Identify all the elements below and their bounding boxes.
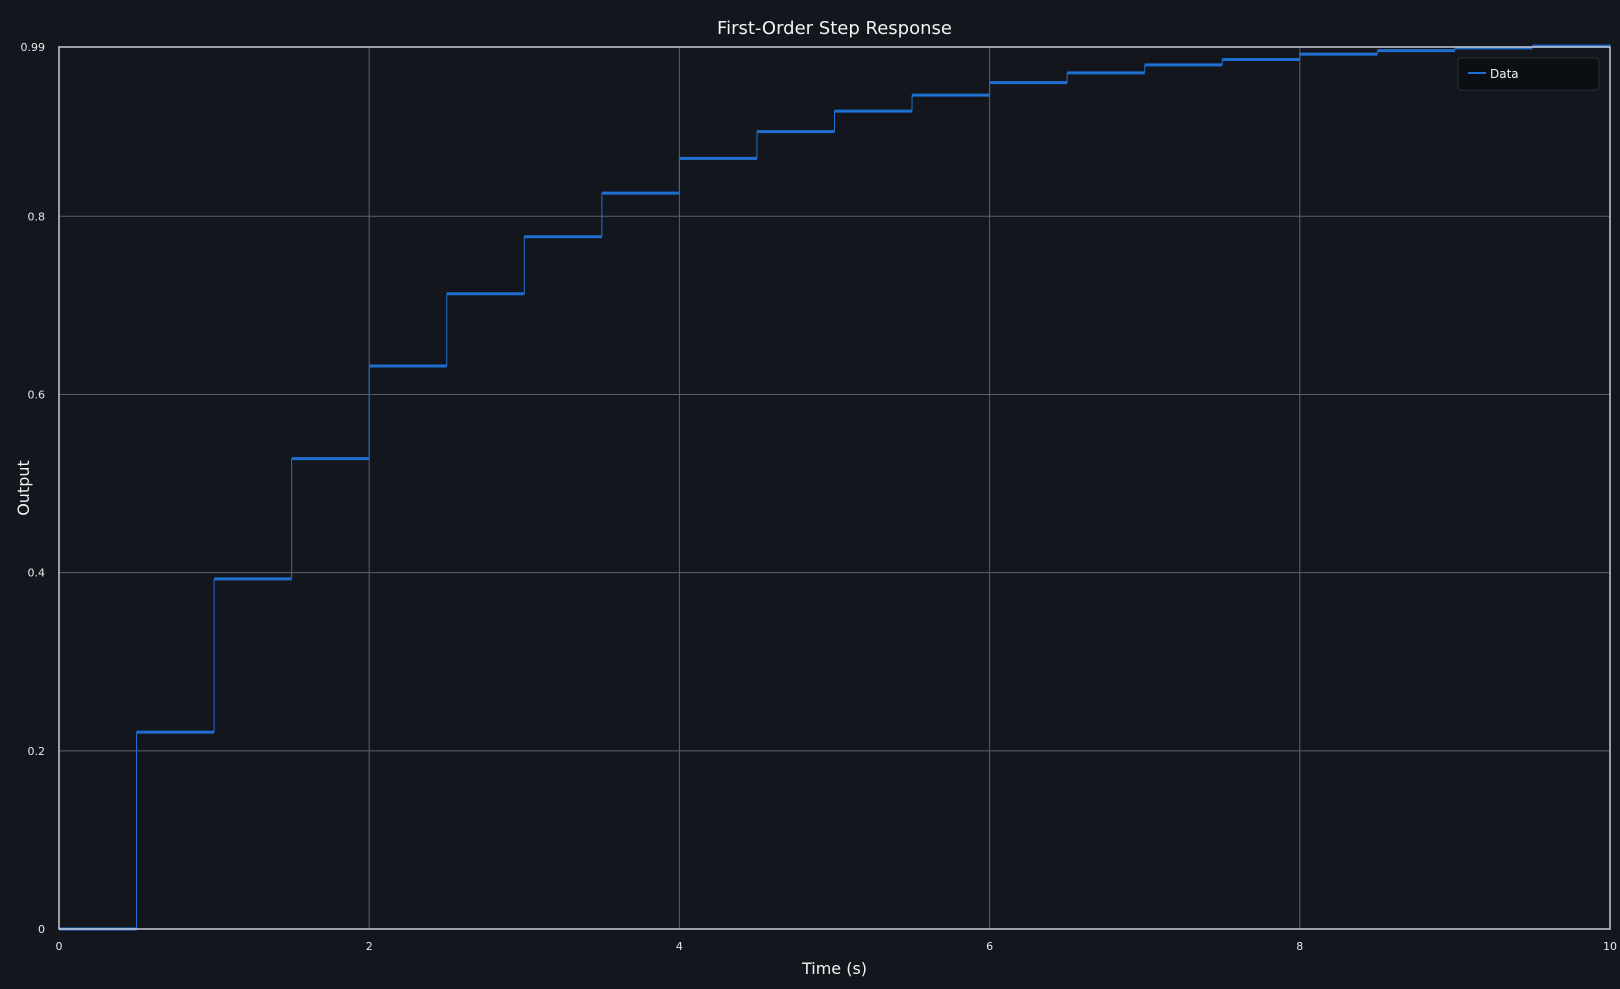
chart-title: First-Order Step Response <box>717 18 952 39</box>
x-tick-label-2: 4 <box>676 940 683 953</box>
y-tick-label-1: 0.2 <box>28 745 46 758</box>
x-tick-label-5: 10 <box>1603 940 1617 953</box>
y-tick-label-0: 0 <box>38 923 45 936</box>
x-tick-label-4: 8 <box>1296 940 1303 953</box>
series-0 <box>59 44 1611 931</box>
y-tick-label-5: 0.99 <box>21 41 46 54</box>
x-tick-label-1: 2 <box>366 940 373 953</box>
y-tick-label-4: 0.8 <box>28 210 46 223</box>
x-axis-label: Time (s) <box>801 959 867 978</box>
step-response-chart: 0 2 4 6 8 10 0 0.2 0.4 0.6 0.8 0.99 First-Order Ste… <box>14 18 1618 978</box>
y-tick-label-3: 0.6 <box>28 388 46 401</box>
x-tick-label-0: 0 <box>56 940 63 953</box>
y-axis-label: Output <box>14 460 33 516</box>
tick-labels: 0 2 4 6 8 10 0 0.2 0.4 0.6 0.8 0.99 <box>21 41 1618 953</box>
series-layer <box>59 44 1611 931</box>
chart-container: 0 2 4 6 8 10 0 0.2 0.4 0.6 0.8 0.99 First-Order Ste… <box>0 0 1620 989</box>
legend: Data <box>1457 57 1600 91</box>
x-tick-label-3: 6 <box>986 940 993 953</box>
y-tick-label-2: 0.4 <box>28 567 46 580</box>
legend-label-data: Data <box>1490 67 1519 81</box>
